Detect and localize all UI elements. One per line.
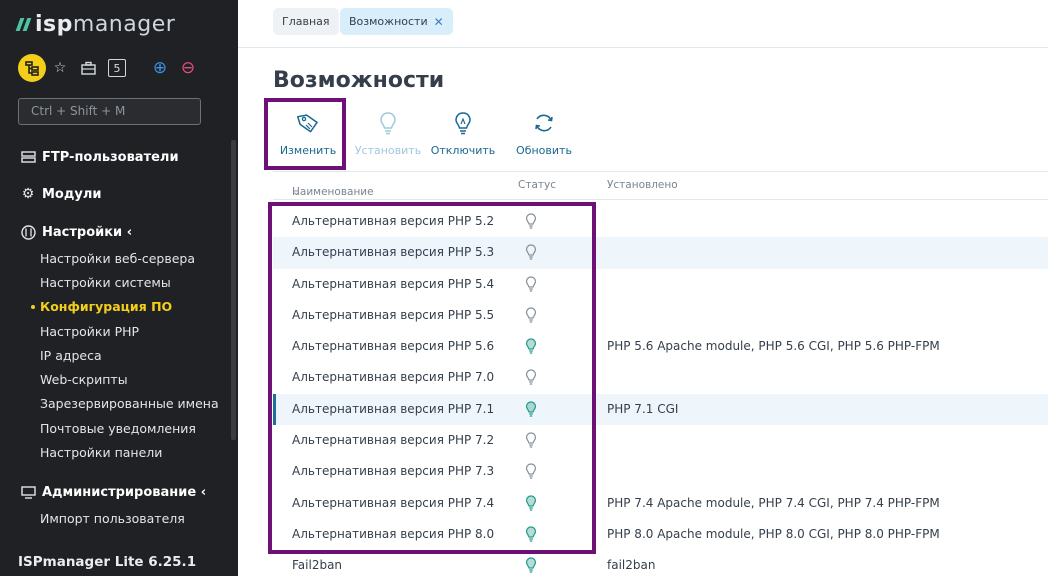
close-icon[interactable]: ✕ bbox=[434, 15, 444, 29]
sidebar-nav: FTP-пользователи ⚙ Модули Настройки ‹ На… bbox=[0, 146, 230, 531]
feature-name: Fail2ban bbox=[292, 558, 343, 573]
sidebar: isp manager ☆ 5 ⊕ ⊖ Ctrl + Shift + M FTP-… bbox=[0, 0, 238, 576]
toolbar-label: Обновить bbox=[516, 144, 572, 157]
table-header: Наименование ⌄ Статус Установлено bbox=[273, 171, 1048, 200]
sidebar-subitem-software-config[interactable]: Конфигурация ПО bbox=[0, 295, 230, 319]
refresh-icon bbox=[532, 110, 556, 136]
tab-home[interactable]: Главная bbox=[273, 8, 339, 35]
quick-actions: ☆ 5 ⊕ ⊖ bbox=[18, 54, 202, 82]
sidebar-item-label: Настройки ‹ bbox=[42, 224, 133, 240]
highlight-frame-php-list bbox=[268, 202, 596, 554]
tab-label: Главная bbox=[282, 15, 330, 28]
column-header-installed[interactable]: Установлено bbox=[607, 179, 678, 191]
installed-value: PHP 8.0 Apache module, PHP 8.0 CGI, PHP … bbox=[607, 526, 940, 541]
search-input[interactable]: Ctrl + Shift + M bbox=[18, 98, 201, 125]
sidebar-subitem-reserved-names[interactable]: Зарезервированные имена bbox=[0, 392, 230, 416]
app-version: ISPmanager Lite 6.25.1 bbox=[18, 554, 197, 570]
bulb-icon bbox=[378, 110, 398, 136]
column-header-status[interactable]: Статус bbox=[518, 179, 556, 191]
sidebar-subitem-ip[interactable]: IP адреса bbox=[0, 343, 230, 367]
sidebar-item-label: FTP-пользователи bbox=[42, 149, 179, 165]
sidebar-item-settings[interactable]: Настройки ‹ bbox=[0, 221, 230, 243]
briefcase-icon[interactable] bbox=[74, 54, 102, 82]
bulb-on-icon bbox=[525, 557, 537, 576]
plus-circle-icon[interactable]: ⊕ bbox=[146, 54, 174, 82]
sidebar-subitem-panel[interactable]: Настройки панели bbox=[0, 440, 230, 464]
sidebar-item-ftp-users[interactable]: FTP-пользователи bbox=[0, 146, 230, 168]
sidebar-scrollbar[interactable] bbox=[231, 140, 236, 440]
sidebar-subitem-mail-notify[interactable]: Почтовые уведомления bbox=[0, 416, 230, 440]
disable-button[interactable]: Отключить bbox=[421, 106, 505, 166]
main-content: Главная Возможности ✕ Возможности Изменит… bbox=[238, 0, 1048, 576]
server-icon bbox=[20, 485, 36, 501]
installed-value: fail2ban bbox=[607, 558, 656, 573]
minus-circle-icon[interactable]: ⊖ bbox=[174, 54, 202, 82]
tab-features[interactable]: Возможности ✕ bbox=[340, 8, 453, 35]
sidebar-subitem-php[interactable]: Настройки PHP bbox=[0, 319, 230, 343]
logo-mark-icon bbox=[15, 18, 32, 31]
sidebar-item-modules[interactable]: ⚙ Модули bbox=[0, 183, 230, 205]
highlight-frame-toolbar bbox=[264, 98, 346, 170]
install-button[interactable]: Установить bbox=[346, 106, 430, 166]
app-logo[interactable]: isp manager bbox=[15, 12, 176, 37]
table-row[interactable]: Fail2ban fail2ban bbox=[273, 550, 1048, 576]
installed-value: PHP 7.1 CGI bbox=[607, 401, 679, 416]
logo-text-bold: isp bbox=[35, 12, 73, 37]
settings-sliders-icon bbox=[20, 224, 36, 240]
bulb-icon bbox=[453, 110, 473, 136]
sidebar-subitem-web-server[interactable]: Настройки веб-сервера bbox=[0, 246, 230, 270]
counter-icon[interactable]: 5 bbox=[108, 59, 126, 77]
sidebar-item-label: Администрирование ‹ bbox=[42, 485, 207, 501]
gear-icon: ⚙ bbox=[21, 186, 35, 202]
tab-bar: Главная Возможности ✕ bbox=[238, 0, 1048, 48]
toolbar-label: Отключить bbox=[430, 144, 496, 157]
star-icon[interactable]: ☆ bbox=[46, 54, 74, 82]
tab-label: Возможности bbox=[349, 15, 428, 28]
sidebar-item-administration[interactable]: Администрирование ‹ bbox=[0, 482, 230, 504]
sidebar-item-label: Модули bbox=[42, 186, 102, 202]
installed-value: PHP 7.4 Apache module, PHP 7.4 CGI, PHP … bbox=[607, 495, 940, 510]
sidebar-subitem-system[interactable]: Настройки системы bbox=[0, 270, 230, 294]
logo-text-light: manager bbox=[72, 12, 176, 37]
ftp-icon bbox=[20, 149, 36, 165]
toolbar-label: Установить bbox=[354, 144, 422, 157]
page-title: Возможности bbox=[273, 68, 445, 93]
sidebar-subitem-import-user[interactable]: Импорт пользователя bbox=[0, 507, 230, 531]
sidebar-subitem-web-scripts[interactable]: Web-скрипты bbox=[0, 367, 230, 391]
installed-value: PHP 5.6 Apache module, PHP 5.6 CGI, PHP … bbox=[607, 339, 940, 354]
layers-icon[interactable] bbox=[18, 54, 46, 82]
refresh-button[interactable]: Обновить bbox=[502, 106, 586, 166]
column-header-label: Наименование bbox=[292, 186, 374, 198]
chevron-down-icon: ⌄ bbox=[292, 186, 301, 198]
